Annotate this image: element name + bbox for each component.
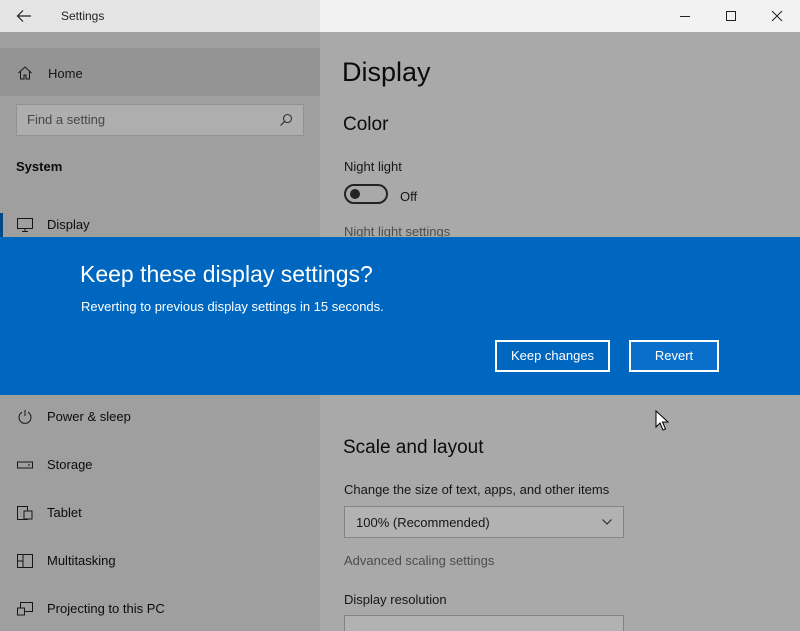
revert-button[interactable]: Revert bbox=[629, 340, 719, 372]
title-bar-left bbox=[0, 0, 320, 32]
back-button[interactable] bbox=[10, 6, 38, 26]
minimize-button[interactable] bbox=[662, 0, 708, 32]
keep-changes-button[interactable]: Keep changes bbox=[495, 340, 610, 372]
title-bar: Settings bbox=[0, 0, 800, 32]
close-icon bbox=[771, 10, 783, 22]
keep-settings-dialog: Keep these display settings? Reverting t… bbox=[0, 237, 800, 395]
back-arrow-icon bbox=[16, 10, 31, 22]
minimize-icon bbox=[680, 16, 690, 17]
maximize-icon bbox=[726, 11, 736, 21]
dialog-title: Keep these display settings? bbox=[80, 261, 373, 287]
close-button[interactable] bbox=[754, 0, 800, 32]
window-title: Settings bbox=[61, 9, 105, 23]
dialog-message: Reverting to previous display settings i… bbox=[81, 299, 384, 314]
mouse-pointer-icon bbox=[655, 410, 669, 431]
maximize-button[interactable] bbox=[708, 0, 754, 32]
